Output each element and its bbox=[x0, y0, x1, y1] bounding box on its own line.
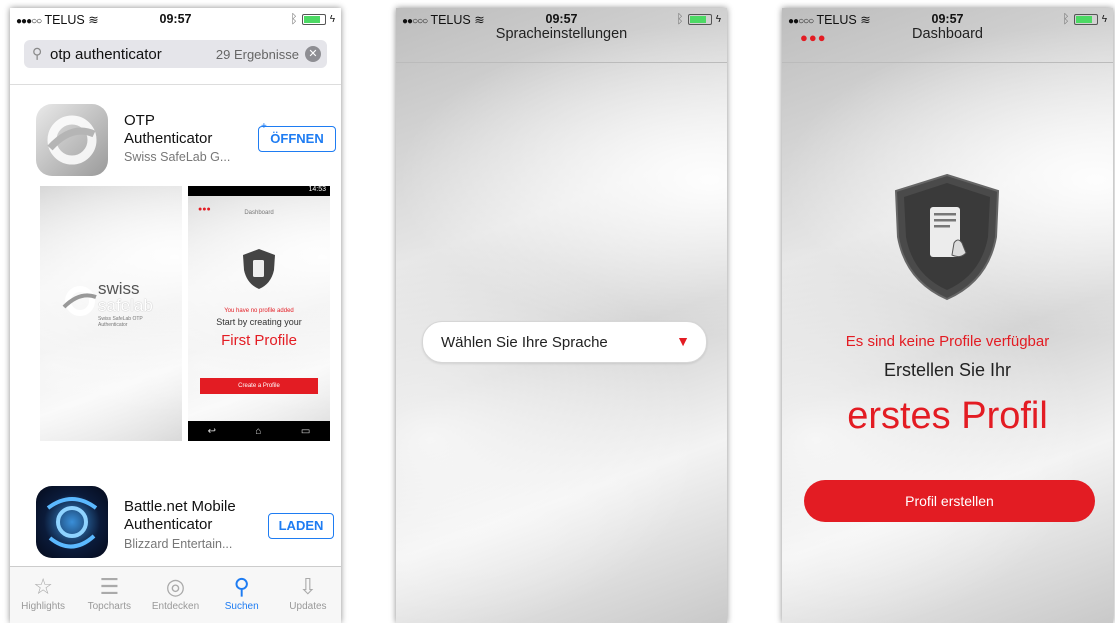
android-status-bar: 14:53 bbox=[188, 186, 330, 196]
shield-phone-icon bbox=[243, 249, 275, 289]
tab-entdecken[interactable]: ◎ Entdecken bbox=[142, 567, 208, 623]
divider bbox=[10, 84, 341, 85]
bluetooth-icon: ᛒ bbox=[1062, 12, 1070, 26]
battlenet-logo-icon bbox=[46, 497, 98, 549]
brand-subtitle: Swiss SafeLab OTP Authenticator bbox=[98, 316, 143, 328]
menu-dots-icon: ●●● bbox=[198, 206, 211, 213]
caret-down-icon: ▼ bbox=[676, 333, 690, 349]
app-screenshot-1[interactable]: swiss safelab Swiss SafeLab OTP Authenti… bbox=[40, 186, 182, 441]
no-profiles-message: Es sind keine Profile verfügbar bbox=[845, 333, 1050, 350]
recents-icon: ▭ bbox=[300, 425, 311, 437]
battlenet-app-icon[interactable] bbox=[36, 486, 108, 558]
appstore-screen: ●●●○○ TELUS ≋ 09:57 ᛒϟ ⚲ otp authenticat… bbox=[10, 8, 341, 623]
divider bbox=[396, 62, 727, 63]
create-profile-button[interactable]: Profil erstellen bbox=[804, 480, 1095, 522]
shield-phone-icon bbox=[894, 173, 1000, 301]
language-settings-screen: ●●○○○ TELUS ≋ 09:57 ᛒϟ Spracheinstellung… bbox=[396, 8, 727, 623]
charging-icon: ϟ bbox=[1101, 13, 1107, 25]
status-bar: ●●○○○ TELUS ≋ 09:57 ᛒϟ bbox=[396, 8, 727, 28]
language-dropdown-label: Wählen Sie Ihre Sprache bbox=[441, 334, 608, 351]
download-tray-icon: ⇩ bbox=[298, 574, 318, 599]
swiss-safelab-logo-icon bbox=[47, 115, 97, 165]
plus-icon: + bbox=[261, 121, 267, 132]
get-button[interactable]: LADEN bbox=[268, 513, 334, 539]
clear-search-icon[interactable]: ✕ bbox=[305, 46, 321, 62]
home-icon: ⌂ bbox=[255, 425, 262, 437]
brand-wordmark: swiss safelab bbox=[98, 279, 153, 315]
dashboard-screen: ●●○○○ TELUS ≋ 09:57 ᛒϟ ●●● Dashboard Es … bbox=[782, 8, 1113, 623]
charging-icon: ϟ bbox=[329, 13, 335, 25]
battery-icon bbox=[1073, 13, 1098, 25]
otp-authenticator-app-icon[interactable] bbox=[36, 104, 108, 176]
search-icon: ⚲ bbox=[32, 45, 43, 61]
mini-create-profile-button: Create a Profile bbox=[200, 378, 318, 394]
app-title[interactable]: Battle.net Mobile Authenticator bbox=[124, 498, 236, 534]
list-icon: ☰ bbox=[99, 574, 120, 599]
tab-highlights[interactable]: ☆ Highlights bbox=[10, 567, 76, 623]
status-bar: ●●○○○ TELUS ≋ 09:57 ᛒϟ bbox=[782, 8, 1113, 28]
result-count: 29 Ergebnisse bbox=[215, 47, 299, 62]
tab-updates[interactable]: ⇩ Updates bbox=[275, 567, 341, 623]
tab-topcharts[interactable]: ☰ Topcharts bbox=[76, 567, 142, 623]
open-button[interactable]: ÖFFNEN bbox=[258, 126, 336, 152]
app-developer: Swiss SafeLab G... bbox=[124, 150, 231, 164]
status-bar: ●●●○○ TELUS ≋ 09:57 ᛒϟ bbox=[10, 8, 341, 28]
search-bar[interactable]: ⚲ otp authenticator 29 Ergebnisse ✕ bbox=[24, 40, 327, 68]
divider bbox=[782, 62, 1113, 63]
tab-bar: ☆ Highlights ☰ Topcharts ◎ Entdecken ⚲ Suche… bbox=[10, 566, 341, 623]
app-developer: Blizzard Entertain... bbox=[124, 537, 233, 551]
app-screenshot-2[interactable]: 14:53 Dashboard ●●● You have no profile … bbox=[188, 186, 330, 441]
android-nav-bar: ↩ ⌂ ▭ bbox=[188, 421, 330, 441]
swiss-safelab-logo-icon bbox=[62, 286, 97, 316]
page-title: Spracheinstellungen bbox=[495, 26, 628, 42]
battery-icon bbox=[301, 13, 326, 25]
search-input[interactable]: otp authenticator bbox=[50, 46, 162, 63]
star-icon: ☆ bbox=[33, 574, 53, 599]
language-dropdown[interactable]: Wählen Sie Ihre Sprache ▼ bbox=[422, 321, 707, 363]
bluetooth-icon: ᛒ bbox=[290, 12, 298, 26]
tab-suchen[interactable]: ⚲ Suchen bbox=[209, 567, 275, 623]
bluetooth-icon: ᛒ bbox=[676, 12, 684, 26]
search-icon: ⚲ bbox=[233, 574, 250, 599]
first-profile-heading: erstes Profil bbox=[847, 395, 1048, 437]
create-your-text: Erstellen Sie Ihr bbox=[883, 360, 1012, 380]
charging-icon: ϟ bbox=[715, 13, 721, 25]
back-icon: ↩ bbox=[207, 425, 217, 437]
app-title[interactable]: OTP Authenticator bbox=[124, 112, 212, 148]
compass-icon: ◎ bbox=[165, 574, 186, 599]
page-title: Dashboard bbox=[912, 26, 983, 42]
battery-icon bbox=[687, 13, 712, 25]
